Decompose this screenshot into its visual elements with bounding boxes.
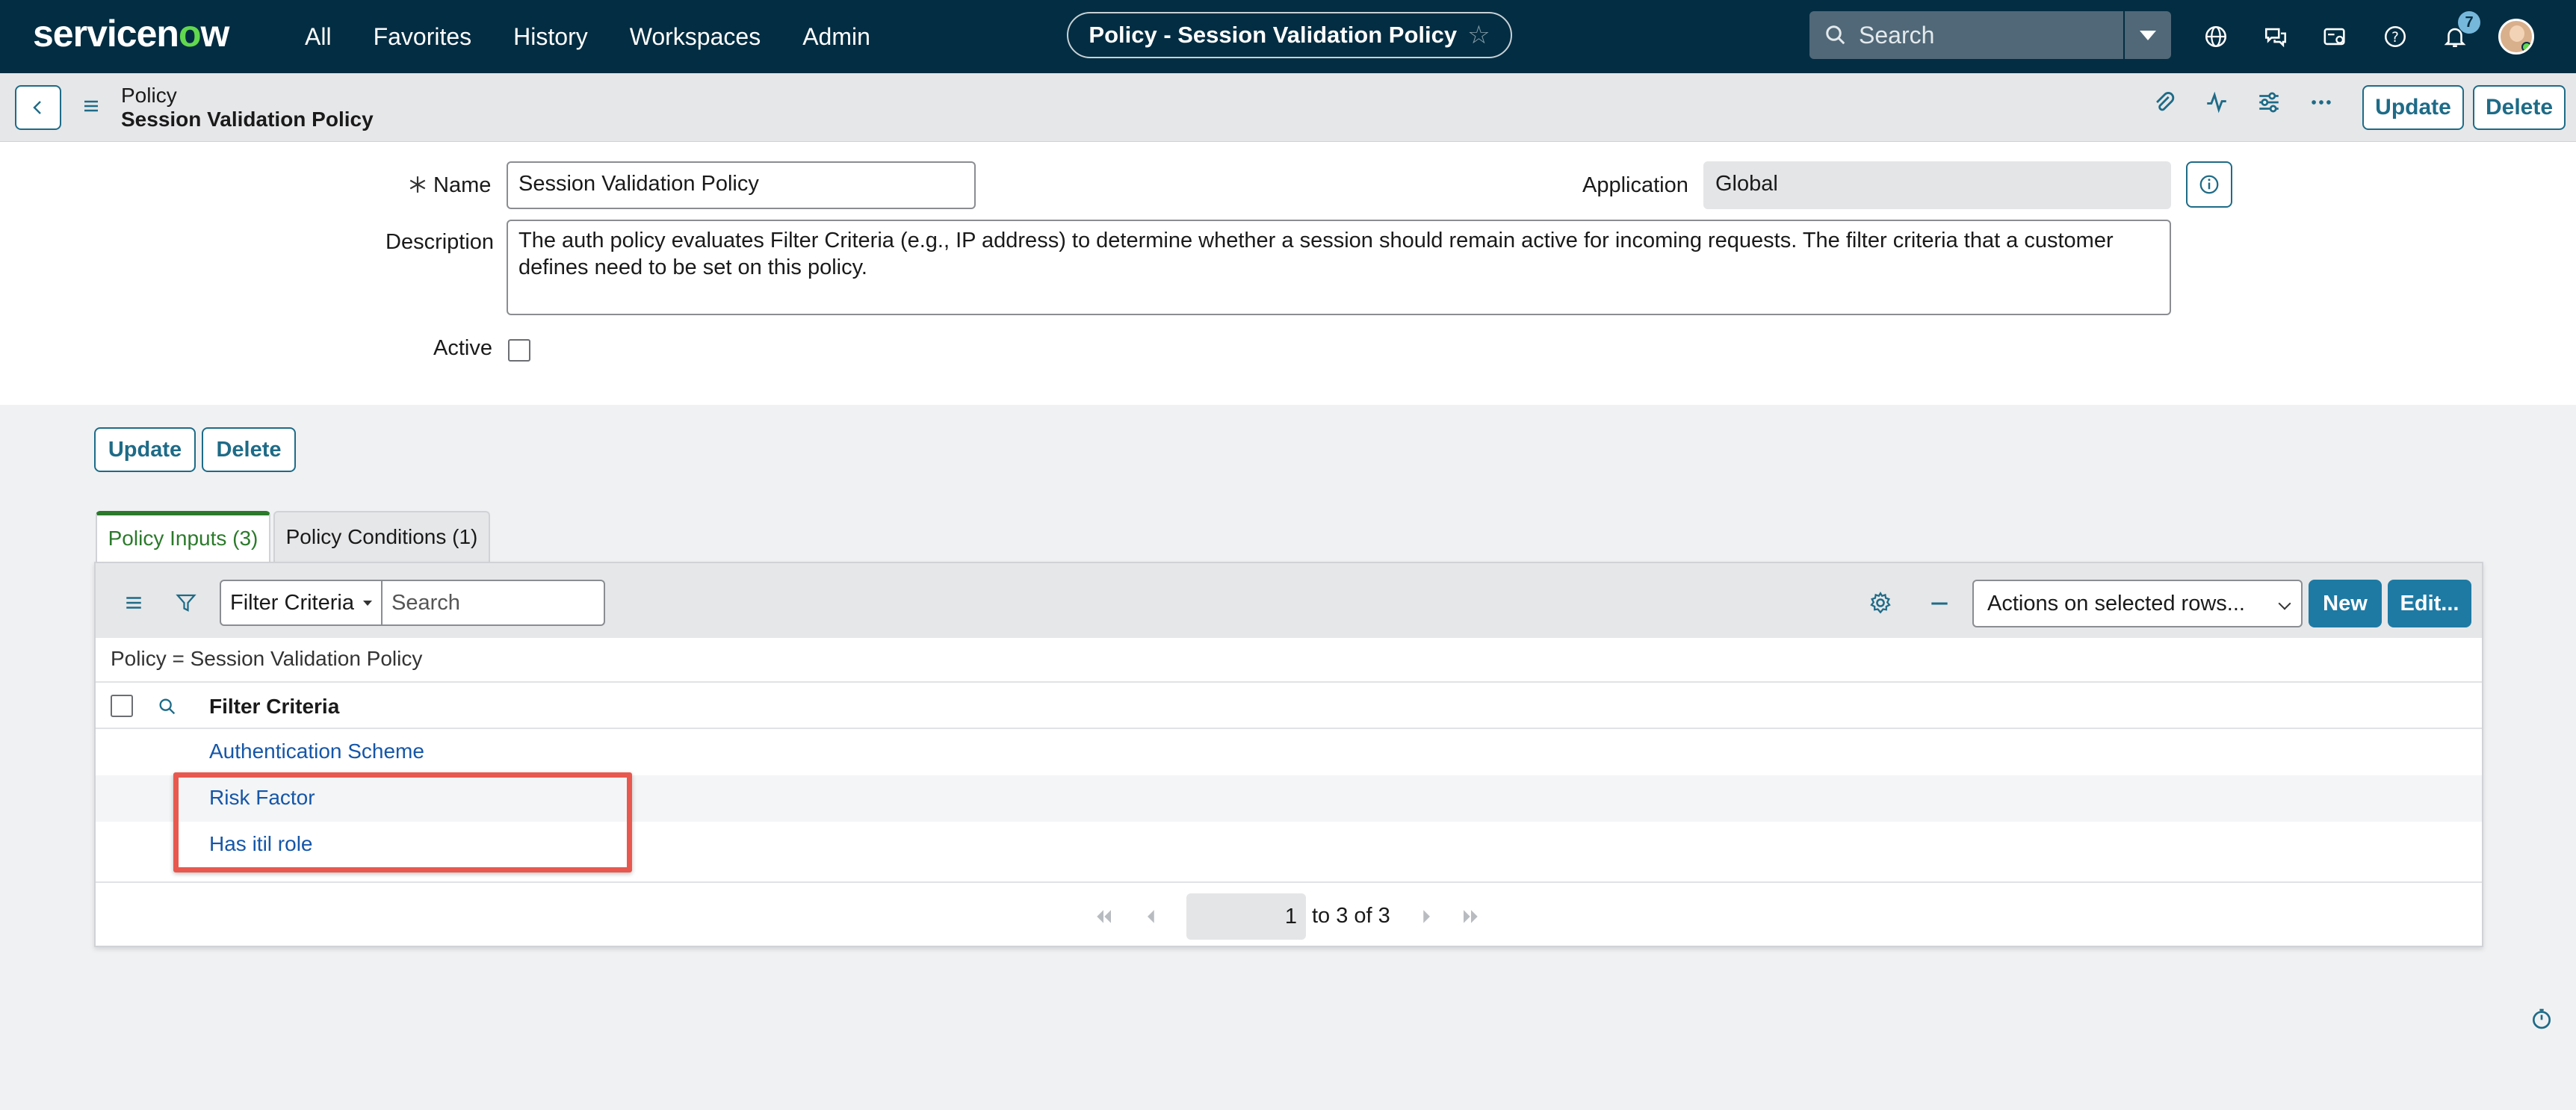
avatar[interactable]	[2498, 19, 2534, 55]
globe-icon[interactable]	[2199, 20, 2232, 53]
context-menu-icon[interactable]	[82, 97, 100, 119]
nav-icons: ? 7	[2199, 0, 2534, 73]
select-all-checkbox[interactable]	[111, 695, 133, 717]
bell-icon[interactable]: 7	[2439, 11, 2480, 53]
presence-dot	[2521, 42, 2532, 52]
more-icon[interactable]	[2309, 90, 2334, 115]
application-field: Global	[1703, 161, 2171, 209]
chat-icon[interactable]	[2259, 20, 2292, 53]
header-icons	[2152, 90, 2334, 115]
active-checkbox[interactable]	[508, 339, 530, 362]
edit-button[interactable]: Edit...	[2388, 580, 2471, 627]
header-table-name: Policy	[121, 84, 177, 107]
filter-icon[interactable]	[175, 592, 197, 614]
table-row: Authentication Scheme	[96, 729, 2482, 775]
list-search-input[interactable]: Search	[381, 580, 605, 626]
search-scope-dropdown[interactable]	[2125, 11, 2171, 59]
table-row: Has itil role	[96, 822, 2482, 868]
nav-all[interactable]: All	[305, 23, 332, 51]
page-number-input[interactable]: 1	[1186, 893, 1306, 940]
name-label: Name	[433, 173, 492, 197]
application-info-button[interactable]	[2186, 161, 2232, 208]
nav-menu: All Favorites History Workspaces Admin	[305, 0, 870, 73]
header-title: Policy Session Validation Policy	[121, 84, 374, 131]
info-icon	[2199, 175, 2219, 194]
previous-page-icon[interactable]	[1140, 905, 1162, 928]
list-menu-icon[interactable]	[124, 593, 143, 613]
list-pagination: 1 to 3 of 3	[96, 881, 2482, 949]
chevron-left-icon	[33, 101, 41, 114]
notification-badge: 7	[2458, 11, 2480, 34]
gear-icon[interactable]	[1868, 590, 1893, 616]
search-placeholder: Search	[1859, 21, 1935, 49]
form-delete-button[interactable]: Delete	[202, 427, 296, 472]
column-header-filter-criteria[interactable]: Filter Criteria	[209, 695, 339, 719]
activity-icon[interactable]	[2204, 90, 2229, 115]
name-field[interactable]: Session Validation Policy	[507, 161, 976, 209]
header-update-button[interactable]: Update	[2362, 85, 2464, 130]
collapse-icon[interactable]	[1928, 592, 1951, 616]
global-search[interactable]: Search	[1809, 11, 2123, 59]
nav-favorites[interactable]: Favorites	[374, 23, 472, 51]
actions-select-value: Actions on selected rows...	[1987, 591, 2245, 616]
star-icon[interactable]: ☆	[1467, 20, 1490, 50]
tab-policy-inputs[interactable]: Policy Inputs (3)	[96, 511, 270, 562]
next-page-icon[interactable]	[1415, 905, 1437, 928]
table-row: Risk Factor	[96, 775, 2482, 822]
list-breadcrumb[interactable]: Policy = Session Validation Policy	[111, 647, 422, 671]
description-label: Description	[386, 230, 495, 254]
list-header-row: Filter Criteria	[96, 681, 2482, 729]
form-update-button[interactable]: Update	[94, 427, 196, 472]
sliders-icon[interactable]	[2256, 90, 2282, 115]
mandatory-asterisk-icon	[409, 176, 426, 193]
column-search-icon[interactable]	[157, 696, 178, 717]
caret-down-icon	[362, 600, 372, 606]
row-link[interactable]: Has itil role	[209, 832, 312, 856]
card-search-icon[interactable]	[2319, 20, 2352, 53]
description-field[interactable]: The auth policy evaluates Filter Criteri…	[507, 220, 2171, 315]
record-title-pill[interactable]: Policy - Session Validation Policy ☆	[1067, 12, 1512, 58]
search-icon	[1826, 25, 1845, 45]
policy-inputs-list: Filter Criteria Search Actions on select…	[94, 562, 2483, 947]
nav-workspaces[interactable]: Workspaces	[630, 23, 761, 51]
svg-text:?: ?	[2391, 30, 2399, 46]
page-range-text: to 3 of 3	[1312, 904, 1390, 928]
row-link[interactable]: Risk Factor	[209, 786, 315, 810]
row-link[interactable]: Authentication Scheme	[209, 740, 424, 763]
stopwatch-icon[interactable]	[2530, 1007, 2554, 1031]
servicenow-logo[interactable]: servicenow	[33, 12, 229, 55]
nav-history[interactable]: History	[513, 23, 588, 51]
application-label: Application	[1582, 173, 1688, 197]
chevron-down-icon	[2278, 597, 2291, 610]
caret-down-icon	[2140, 30, 2156, 40]
search-field-select[interactable]: Filter Criteria	[220, 580, 383, 626]
active-label: Active	[433, 336, 492, 360]
paperclip-icon[interactable]	[2152, 90, 2177, 115]
last-page-icon[interactable]	[1460, 905, 1482, 928]
policy-form: Name Session Validation Policy Applicati…	[0, 142, 2576, 405]
form-header: Policy Session Validation Policy Update …	[0, 73, 2576, 142]
new-button[interactable]: New	[2309, 580, 2382, 627]
help-icon[interactable]: ?	[2379, 20, 2412, 53]
search-field-value: Filter Criteria	[230, 590, 354, 615]
first-page-icon[interactable]	[1092, 905, 1115, 928]
header-delete-button[interactable]: Delete	[2473, 85, 2566, 130]
list-toolbar: Filter Criteria Search Actions on select…	[96, 563, 2482, 638]
record-title: Policy - Session Validation Policy	[1089, 22, 1458, 48]
tab-policy-conditions[interactable]: Policy Conditions (1)	[273, 511, 490, 562]
actions-select[interactable]: Actions on selected rows...	[1972, 580, 2303, 627]
back-button[interactable]	[15, 85, 61, 130]
header-record-name: Session Validation Policy	[121, 108, 374, 131]
top-navigation: servicenow All Favorites History Workspa…	[0, 0, 2576, 73]
nav-admin[interactable]: Admin	[802, 23, 870, 51]
